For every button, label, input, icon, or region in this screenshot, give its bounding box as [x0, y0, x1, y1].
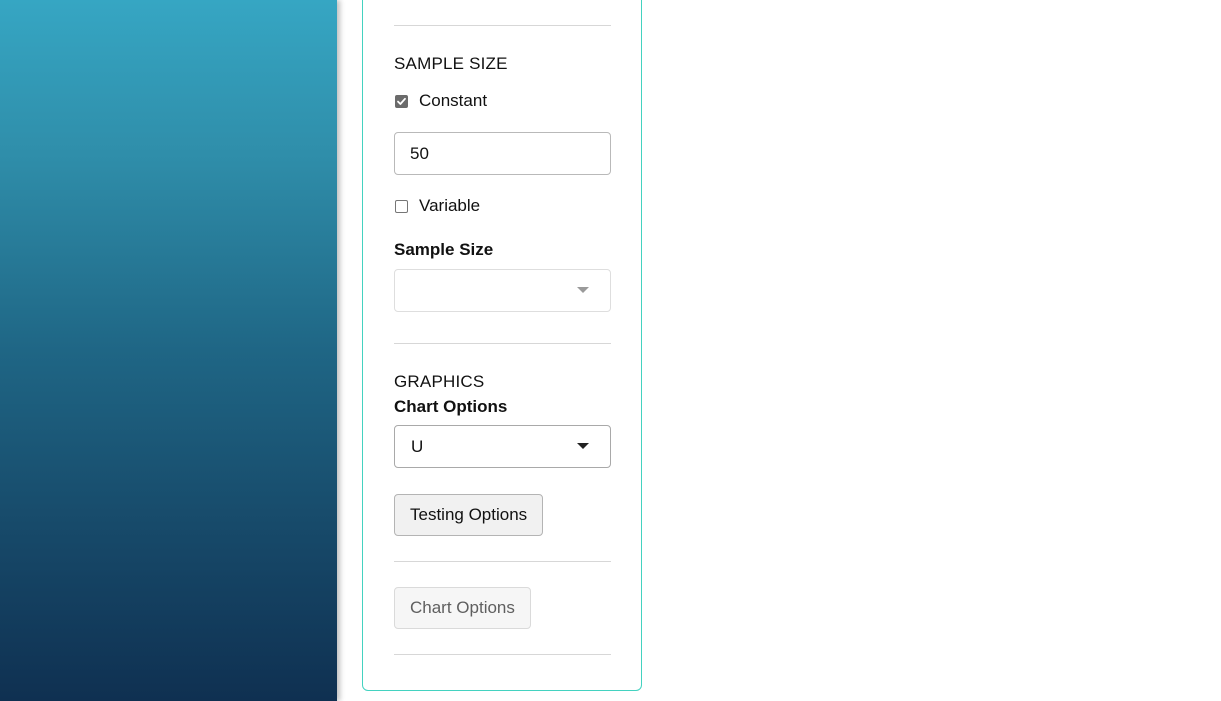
- constant-checkbox[interactable]: [395, 94, 408, 108]
- variable-checkbox[interactable]: [395, 199, 408, 213]
- checkmark-icon: [397, 97, 406, 105]
- constant-option[interactable]: Constant: [394, 91, 487, 111]
- variable-label: Variable: [419, 196, 481, 215]
- chart-options-select-value: U: [411, 437, 424, 456]
- chevron-down-icon: [577, 443, 589, 449]
- divider: [394, 25, 611, 26]
- divider: [394, 654, 611, 655]
- constant-label: Constant: [419, 91, 488, 110]
- constant-sample-size-input[interactable]: [394, 132, 611, 175]
- chart-options-select[interactable]: U: [394, 425, 611, 468]
- chart-options-field-label: Chart Options: [394, 397, 508, 416]
- sample-size-section-title: SAMPLE SIZE: [394, 54, 508, 73]
- sample-size-select[interactable]: [394, 269, 611, 312]
- sidebar-panel: [0, 0, 337, 701]
- graphics-section-title: GRAPHICS: [394, 372, 485, 391]
- divider: [394, 343, 611, 344]
- chevron-down-icon: [577, 287, 589, 293]
- variable-option[interactable]: Variable: [394, 196, 480, 216]
- testing-options-button[interactable]: Testing Options: [394, 494, 544, 536]
- chart-options-button[interactable]: Chart Options: [394, 587, 531, 629]
- divider: [394, 561, 611, 562]
- sample-size-field-label: Sample Size: [394, 240, 494, 259]
